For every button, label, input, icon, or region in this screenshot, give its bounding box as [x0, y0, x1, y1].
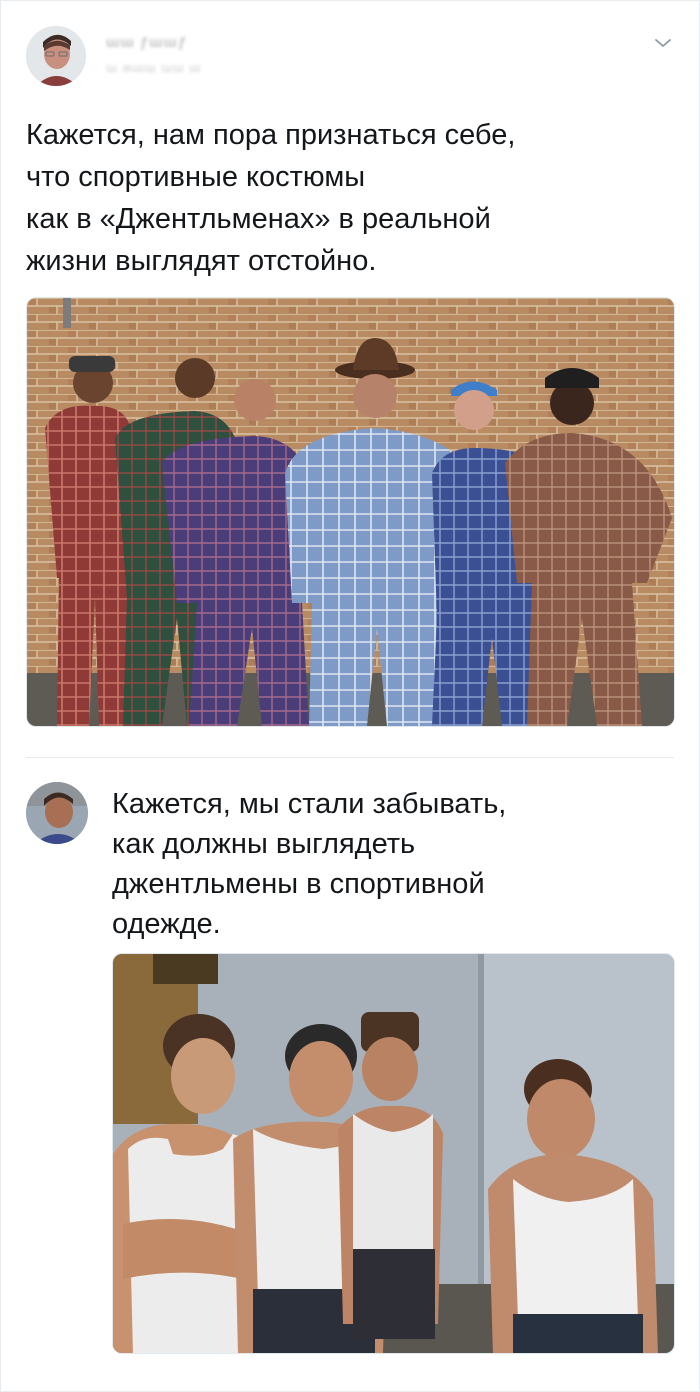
tweet-text-line: Кажется, нам пора признаться себе,	[26, 119, 516, 151]
avatar[interactable]	[26, 782, 88, 844]
chevron-down-icon	[655, 39, 671, 47]
tweet-text-line: как должны выглядеть	[112, 828, 416, 860]
tweet-text: Кажется, мы стали забывать, как должны в…	[112, 784, 672, 944]
tweet-text: Кажется, нам пора признаться себе, что с…	[26, 114, 666, 282]
tweet-photo[interactable]	[26, 297, 675, 727]
film-still-photo	[113, 954, 674, 1353]
tweet-text-line: жизни выглядят отстойно.	[26, 245, 377, 277]
avatar-photo	[26, 26, 86, 86]
avatar-photo	[26, 782, 88, 844]
main-tweet[interactable]: ɯɯ ƒɯɯƒ ɯ ʍɯɯ ɯɯ ɯ Кажется, нам пора при…	[0, 0, 700, 757]
tweet-text-line: как в «Джентльменах» в реальной	[26, 203, 491, 235]
tracksuit-group-photo	[27, 298, 674, 726]
tweet-text-line: джентльмены в спортивной	[112, 868, 485, 900]
tweet-text-line: Кажется, мы стали забывать,	[112, 788, 507, 820]
divider	[26, 757, 674, 758]
tweet-menu-button[interactable]	[650, 30, 676, 56]
tweet-text-line: что спортивные костюмы	[26, 161, 366, 193]
author-name[interactable]: ɯɯ ƒɯɯƒ	[106, 34, 187, 51]
tweet-photo[interactable]	[112, 953, 675, 1354]
tweet-text-line: одежде.	[112, 908, 221, 940]
author-handle[interactable]: ɯ ʍɯɯ ɯɯ ɯ	[106, 60, 201, 75]
avatar[interactable]	[26, 26, 86, 86]
